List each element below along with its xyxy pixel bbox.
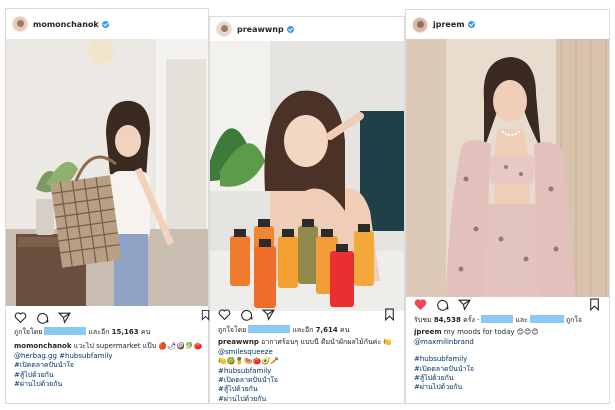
heart-icon[interactable]	[14, 311, 27, 324]
hashtag-link[interactable]: #สู้ไปด้วยกัน	[218, 385, 398, 394]
hashtag-link[interactable]: #เปิดตลาดปันน้ำใจ	[414, 365, 603, 374]
verified-badge-icon	[286, 25, 294, 33]
redacted-name	[248, 325, 291, 333]
caption-username[interactable]: jpreem	[414, 328, 442, 336]
comment-icon[interactable]	[436, 298, 449, 311]
post-photo[interactable]	[6, 39, 208, 306]
avatar[interactable]	[216, 21, 232, 37]
likes-line[interactable]: ถูกใจโดย และอีก 15,163 คน	[14, 327, 202, 337]
hashtag-link[interactable]: #ผ่านไปด้วยกัน	[14, 380, 202, 389]
caption: jpreem my moods for today 😊😊😊	[414, 328, 539, 337]
bookmark-icon[interactable]	[588, 298, 601, 311]
bookmark-icon[interactable]	[383, 308, 396, 321]
caption-username[interactable]: momonchanok	[14, 342, 72, 350]
verified-badge-icon	[101, 20, 109, 28]
post-card-momonchanok: momonchanok ถูกใจโดย และอีก 15,163 คน mo…	[5, 8, 209, 404]
post-header: jpreem	[406, 10, 609, 39]
likes-line[interactable]: ถูกใจโดย และอีก 7,614 คน	[218, 325, 398, 335]
mention-link[interactable]: @herbag.gg	[14, 352, 57, 360]
redacted-name	[481, 315, 514, 323]
views-line[interactable]: รับชม 84,538 ครั้ง · และ ถูกใจ	[414, 315, 603, 325]
hashtag-link[interactable]: #เปิดตลาดปันน้ำใจ	[218, 376, 398, 385]
hashtag-link[interactable]: #เปิดตลาดปันน้ำใจ	[14, 361, 202, 370]
username[interactable]: preawwnp	[237, 25, 284, 34]
redacted-name	[529, 315, 564, 323]
mention-link[interactable]: @maxmilinbrand	[414, 338, 474, 346]
heart-icon[interactable]	[414, 298, 427, 311]
hashtag-link[interactable]: #hubsubfamily	[414, 355, 603, 364]
share-icon[interactable]	[262, 308, 275, 321]
post-photo[interactable]	[406, 39, 609, 297]
hashtag-link[interactable]: #hubsubfamily	[218, 367, 398, 376]
hashtag-link[interactable]: #ผ่านไปด้วยกัน	[414, 383, 603, 392]
hashtag-link[interactable]: #สู้ไปด้วยกัน	[414, 374, 603, 383]
post-actions	[414, 297, 601, 311]
post-header: momonchanok	[6, 9, 208, 39]
post-text: ถูกใจโดย และอีก 15,163 คน momonchanok แวะ…	[14, 327, 202, 389]
post-actions	[218, 307, 396, 321]
caption-mentions: @smilesqueeze	[218, 348, 398, 357]
caption-username[interactable]: preawwnp	[218, 338, 259, 346]
heart-icon[interactable]	[218, 308, 231, 321]
post-text: ถูกใจโดย และอีก 7,614 คน preawwnp อากาศร้…	[218, 325, 398, 403]
mention-link[interactable]: @smilesqueeze	[218, 348, 273, 356]
caption: preawwnp อากาศร้อนๆ แบบนี้ ดื่มน้ำผักผลไ…	[218, 338, 393, 347]
post-photo[interactable]	[210, 41, 404, 311]
avatar[interactable]	[12, 16, 28, 32]
username[interactable]: momonchanok	[33, 20, 99, 29]
caption: momonchanok แวะไป supermarket แป๊บ 🍎🌶🥥🥬🍅…	[14, 342, 202, 351]
post-card-jpreem: jpreem รับชม 84,538 ครั้ง · และ ถูกใจ jp…	[405, 9, 610, 404]
hashtag-link[interactable]: #hubsubfamily	[59, 352, 112, 360]
hashtag-link[interactable]: #ผ่านไปด้วยกัน	[218, 395, 398, 403]
redacted-name	[44, 327, 87, 335]
caption-emojis: 🍋🥝🍍🍉🍅🥑🥕	[218, 357, 280, 366]
caption-mentions: @herbag.gg #hubsubfamily	[14, 352, 202, 361]
verified-badge-icon	[467, 21, 475, 28]
comment-icon[interactable]	[240, 308, 253, 321]
username[interactable]: jpreem	[433, 20, 465, 29]
comment-icon[interactable]	[36, 311, 49, 324]
caption-mentions: @maxmilinbrand	[414, 338, 603, 347]
share-icon[interactable]	[58, 311, 71, 324]
post-header: preawwnp	[210, 17, 404, 41]
post-card-preawwnp: preawwnp ถูกใจโดย และอีก 7,614 คน preaww…	[209, 16, 405, 404]
post-actions	[14, 310, 200, 324]
post-text: รับชม 84,538 ครั้ง · และ ถูกใจ jpreem my m…	[414, 315, 603, 393]
share-icon[interactable]	[458, 298, 471, 311]
avatar[interactable]	[412, 16, 428, 33]
bookmark-icon[interactable]	[200, 309, 211, 321]
hashtag-link[interactable]: #สู้ไปด้วยกัน	[14, 371, 202, 380]
